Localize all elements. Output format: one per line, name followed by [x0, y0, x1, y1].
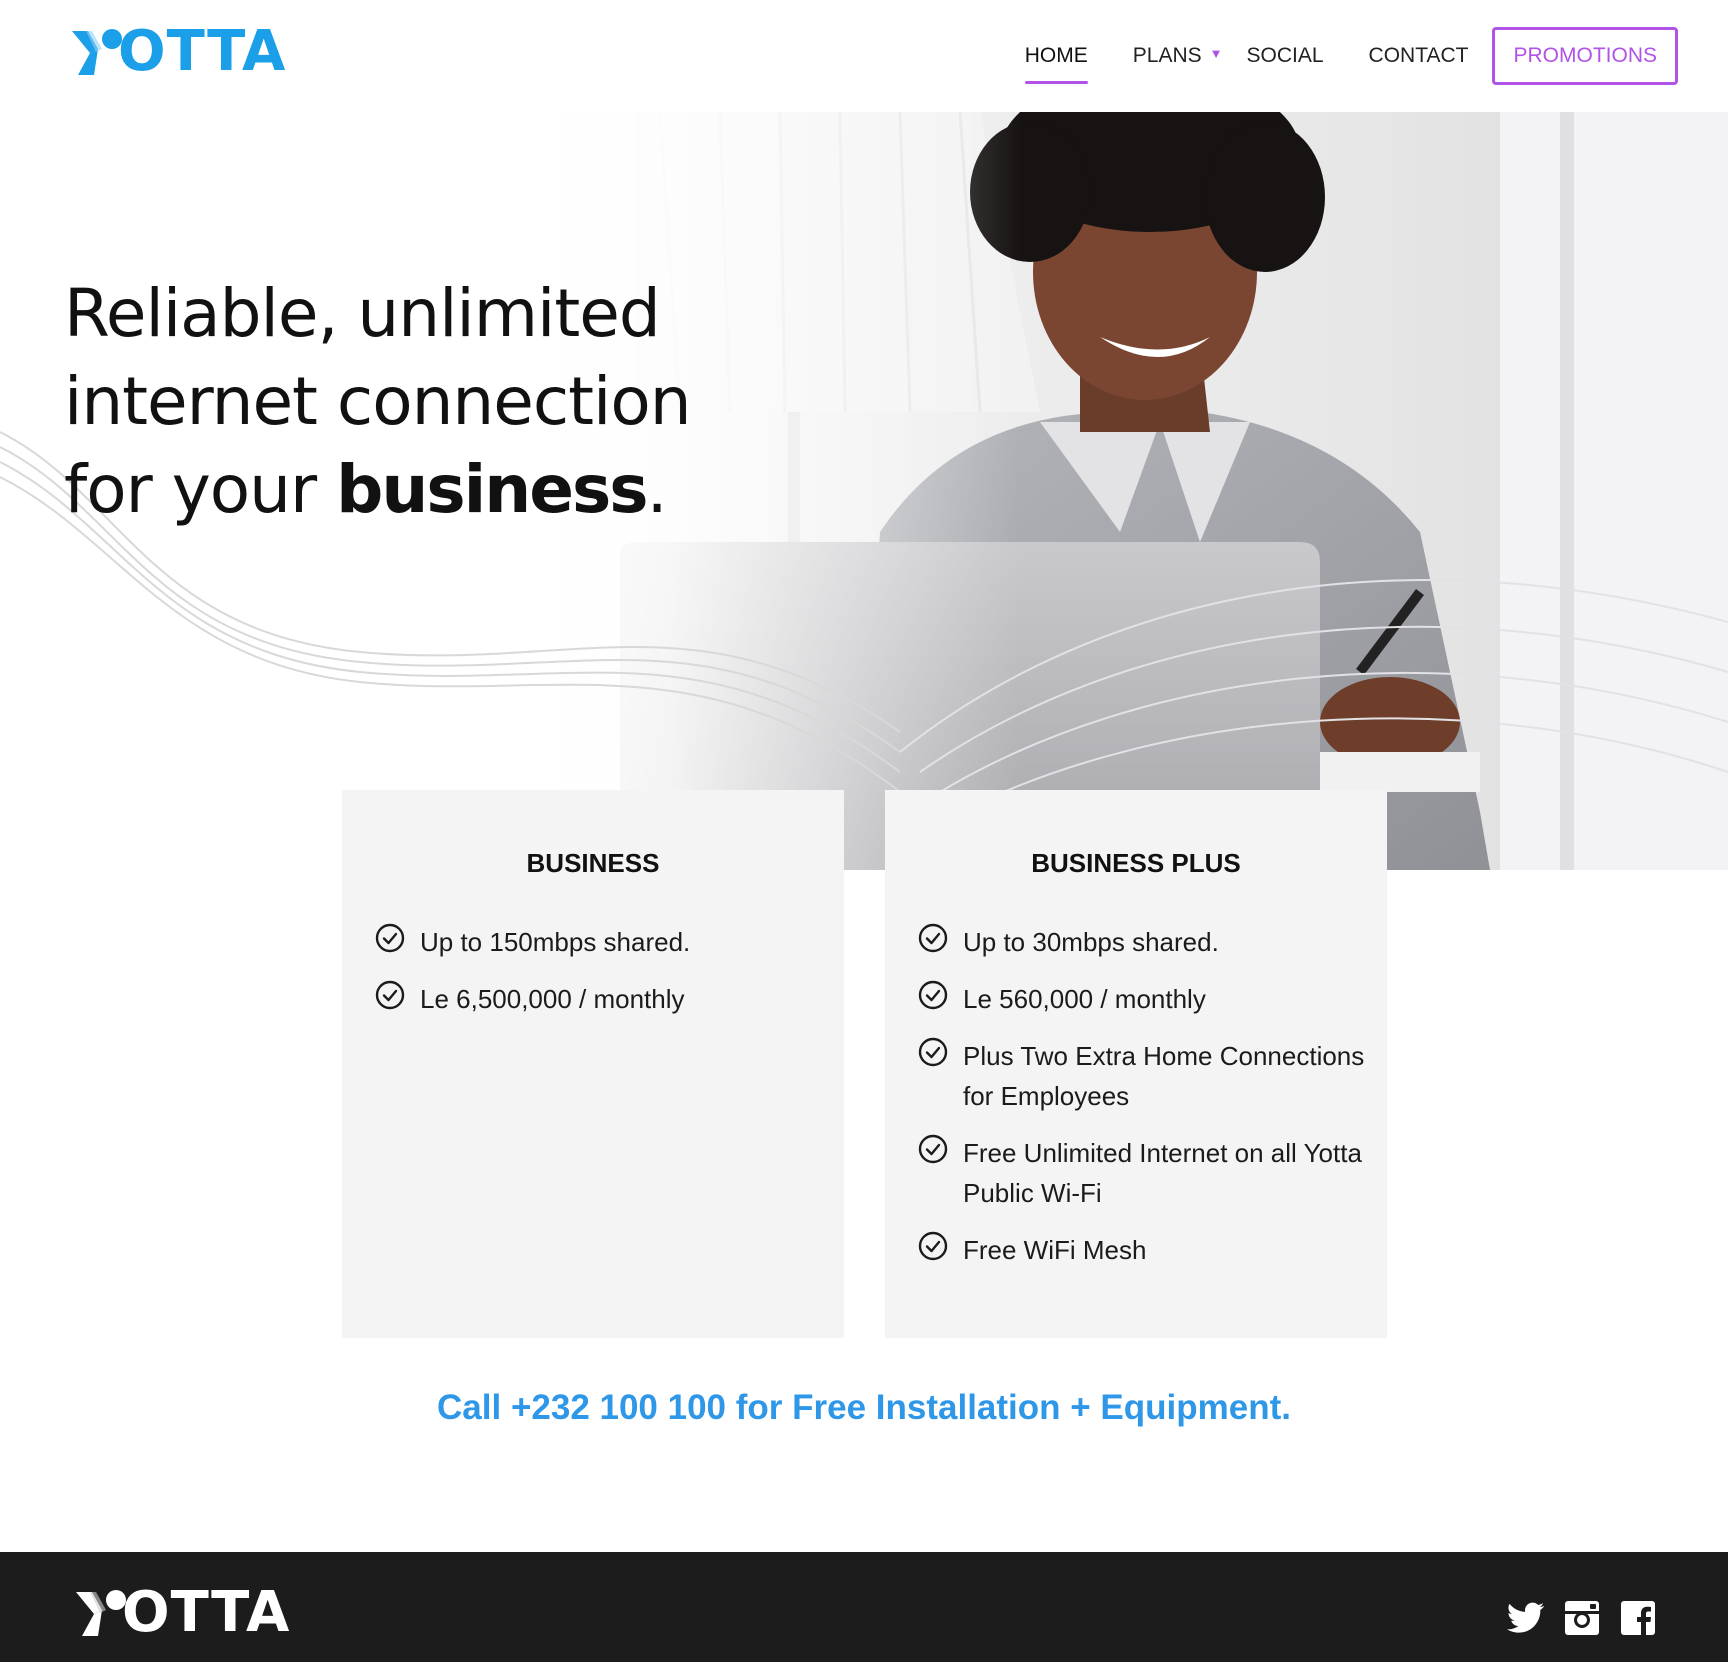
hero-line-3-bold: business — [336, 451, 648, 528]
hero-line-3-suffix: . — [646, 451, 668, 528]
nav-home-label: HOME — [1024, 44, 1088, 67]
plan-card-business-plus: BUSINESS PLUS Up to 30mbps shared. Le 56… — [885, 790, 1387, 1338]
feature-text: Free Unlimited Internet on all Yotta Pub… — [963, 1138, 1362, 1208]
site-header: OTTA HOME PLANS ▼ SOCIAL CONTACT PROMOTIO… — [0, 0, 1728, 112]
feature-list: Up to 30mbps shared. Le 560,000 / monthl… — [917, 922, 1371, 1287]
nav-social[interactable]: SOCIAL — [1247, 28, 1324, 84]
feature-item: Up to 150mbps shared. — [374, 922, 828, 962]
logo-mark-icon — [72, 29, 122, 75]
feature-text: Up to 30mbps shared. — [963, 927, 1219, 957]
feature-item: Le 560,000 / monthly — [917, 979, 1371, 1019]
feature-item: Free WiFi Mesh — [917, 1230, 1371, 1270]
footer-logo-wordmark: OTTA — [122, 1580, 291, 1645]
feature-item: Up to 30mbps shared. — [917, 922, 1371, 962]
check-circle-icon — [375, 923, 405, 953]
logo-wordmark: OTTA — [118, 19, 287, 84]
hero-line-3-prefix: for your — [64, 451, 337, 528]
check-circle-icon — [918, 1231, 948, 1261]
feature-list: Up to 150mbps shared. Le 6,500,000 / mon… — [374, 922, 828, 1036]
feature-text: Free WiFi Mesh — [963, 1235, 1147, 1265]
check-circle-icon — [918, 923, 948, 953]
hero-line-2: internet connection — [64, 363, 692, 440]
feature-text: Up to 150mbps shared. — [420, 927, 691, 957]
feature-text: Le 6,500,000 / monthly — [420, 984, 685, 1014]
twitter-icon[interactable] — [1504, 1596, 1548, 1640]
check-circle-icon — [918, 980, 948, 1010]
feature-text: Le 560,000 / monthly — [963, 984, 1206, 1014]
promotions-button-label: PROMOTIONS — [1513, 44, 1657, 67]
nav-social-label: SOCIAL — [1246, 44, 1324, 67]
nav-plans-label: PLANS — [1132, 44, 1202, 67]
nav-contact-label: CONTACT — [1368, 44, 1469, 67]
nav-plans[interactable]: PLANS ▼ — [1133, 28, 1223, 84]
nav-contact[interactable]: CONTACT — [1369, 28, 1469, 84]
hero-section: Reliable, unlimited internet connection … — [0, 112, 1728, 870]
check-circle-icon — [918, 1037, 948, 1067]
instagram-icon[interactable] — [1560, 1596, 1604, 1640]
logo-mark-icon — [76, 1590, 126, 1636]
social-links — [1492, 1596, 1660, 1640]
call-to-action-link[interactable]: Call +232 100 100 for Free Installation … — [0, 1388, 1728, 1428]
footer-logo[interactable]: OTTA — [72, 1580, 291, 1645]
yotta-logo[interactable]: OTTA — [68, 24, 286, 80]
check-circle-icon — [375, 980, 405, 1010]
plan-title: BUSINESS — [526, 848, 660, 878]
hero-line-3: for your business. — [64, 446, 691, 534]
promotions-button[interactable]: PROMOTIONS — [1492, 27, 1678, 85]
hero-line-1: Reliable, unlimited — [64, 275, 661, 352]
feature-item: Le 6,500,000 / monthly — [374, 979, 828, 1019]
feature-item: Plus Two Extra Home Connections for Empl… — [917, 1036, 1371, 1116]
plan-card-business: BUSINESS Up to 150mbps shared. Le 6,500,… — [342, 790, 844, 1338]
site-footer: OTTA — [0, 1552, 1728, 1662]
chevron-down-icon: ▼ — [1209, 46, 1223, 62]
feature-text: Plus Two Extra Home Connections for Empl… — [963, 1041, 1365, 1111]
main-nav: HOME PLANS ▼ SOCIAL CONTACT PROMOTIONS — [980, 27, 1678, 85]
check-circle-icon — [918, 1134, 948, 1164]
nav-home[interactable]: HOME — [1024, 28, 1088, 84]
plan-title: BUSINESS PLUS — [1031, 848, 1241, 878]
hero-headline: Reliable, unlimited internet connection … — [64, 270, 692, 534]
feature-item: Free Unlimited Internet on all Yotta Pub… — [917, 1133, 1371, 1213]
facebook-icon[interactable] — [1616, 1596, 1660, 1640]
